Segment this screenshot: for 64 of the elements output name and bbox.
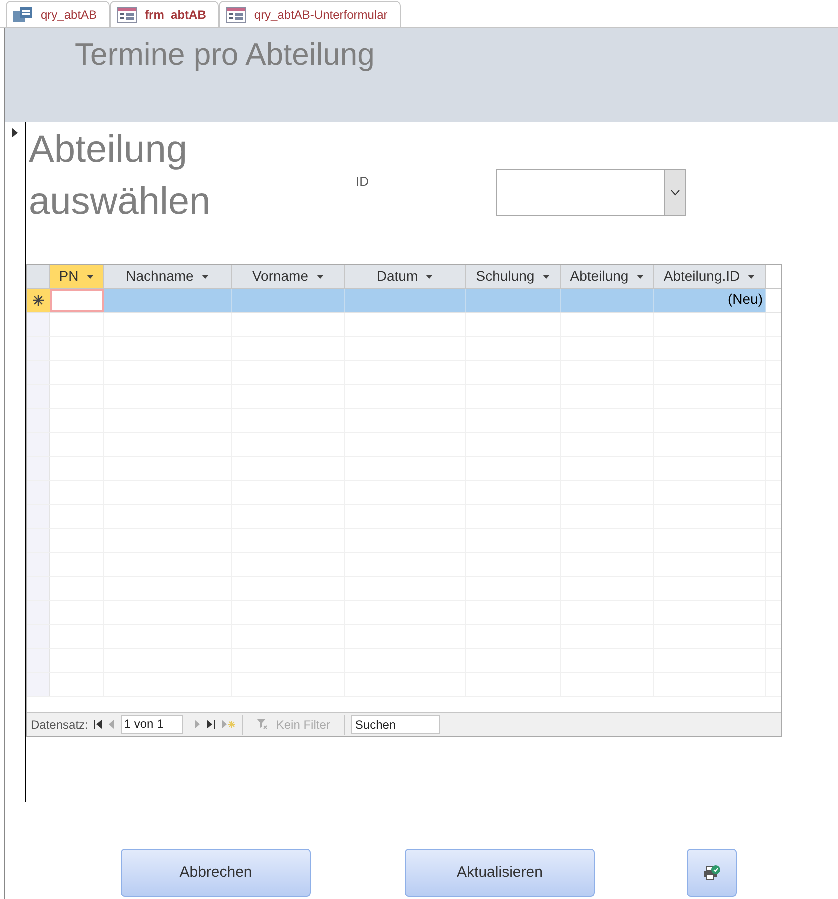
table-icon xyxy=(13,6,33,22)
record-selector-icon xyxy=(12,128,18,138)
new-record-selector[interactable] xyxy=(27,289,50,312)
next-record-icon[interactable] xyxy=(195,720,202,729)
form-icon xyxy=(117,6,138,22)
column-header[interactable]: PN xyxy=(50,265,104,288)
previous-record-icon[interactable] xyxy=(109,720,116,729)
table-cell[interactable] xyxy=(232,289,345,312)
column-header[interactable]: Nachname xyxy=(104,265,232,288)
section-heading: Abteilung auswählen xyxy=(28,128,212,225)
row-selector[interactable] xyxy=(27,649,50,672)
column-header[interactable]: Abteilung xyxy=(561,265,654,288)
dropdown-arrow-icon xyxy=(86,274,94,278)
column-header[interactable]: Vorname xyxy=(232,265,345,288)
new-record-icon[interactable] xyxy=(222,720,236,729)
table-cell[interactable] xyxy=(345,289,466,312)
document-tab[interactable]: qry_abtAB-Unterformular xyxy=(219,1,401,27)
dropdown-arrow-icon xyxy=(542,274,550,278)
row-selector[interactable] xyxy=(27,529,50,552)
row-selector[interactable] xyxy=(27,625,50,648)
dropdown-arrow-icon xyxy=(426,274,434,278)
row-selector[interactable] xyxy=(27,409,50,432)
table-cell[interactable] xyxy=(466,289,561,312)
row-selector[interactable] xyxy=(27,577,50,600)
row-selector[interactable] xyxy=(27,505,50,528)
action-button[interactable]: Aktualisieren xyxy=(405,849,595,897)
form-icon xyxy=(226,6,246,22)
column-header[interactable]: Datum xyxy=(345,265,466,288)
table-cell[interactable] xyxy=(561,289,654,312)
row-selector[interactable] xyxy=(27,481,50,504)
asterisk-icon xyxy=(33,295,44,306)
dropdown-arrow-icon xyxy=(748,274,756,278)
form-title: Termine pro Abteilung xyxy=(75,36,376,74)
combo-box[interactable] xyxy=(496,169,686,216)
chevron-down-icon xyxy=(670,190,680,196)
dropdown-button[interactable] xyxy=(664,170,685,215)
table-cell[interactable] xyxy=(50,289,104,312)
first-record-icon[interactable] xyxy=(94,720,104,729)
printer-check-icon xyxy=(703,865,721,881)
column-header[interactable]: Schulung xyxy=(466,265,561,288)
dropdown-arrow-icon xyxy=(202,274,209,278)
table-cell[interactable]: (Neu) xyxy=(654,289,766,312)
last-record-icon[interactable] xyxy=(207,720,216,729)
action-button[interactable]: Abbrechen xyxy=(121,849,311,897)
row-selector[interactable] xyxy=(27,601,50,624)
field-label: ID xyxy=(356,173,370,191)
column-header[interactable]: Abteilung.ID xyxy=(654,265,766,288)
row-selector[interactable] xyxy=(27,361,50,384)
table-cell[interactable] xyxy=(104,289,232,312)
row-selector[interactable] xyxy=(27,673,50,696)
print-button[interactable] xyxy=(687,849,737,897)
row-selector[interactable] xyxy=(27,385,50,408)
row-selector[interactable] xyxy=(27,457,50,480)
document-tab[interactable]: frm_abtAB xyxy=(110,1,220,27)
record-position-field[interactable]: 1 von 1 xyxy=(121,715,184,734)
dropdown-arrow-icon xyxy=(316,274,324,278)
document-tab[interactable]: qry_abtAB xyxy=(6,1,110,27)
row-selector[interactable] xyxy=(27,337,50,360)
search-field[interactable]: Suchen xyxy=(351,715,440,734)
dropdown-arrow-icon xyxy=(636,274,644,278)
record-label: Datensatz: xyxy=(31,716,88,734)
funnel-icon xyxy=(257,719,268,730)
row-selector[interactable] xyxy=(27,433,50,456)
row-selector[interactable] xyxy=(27,553,50,576)
